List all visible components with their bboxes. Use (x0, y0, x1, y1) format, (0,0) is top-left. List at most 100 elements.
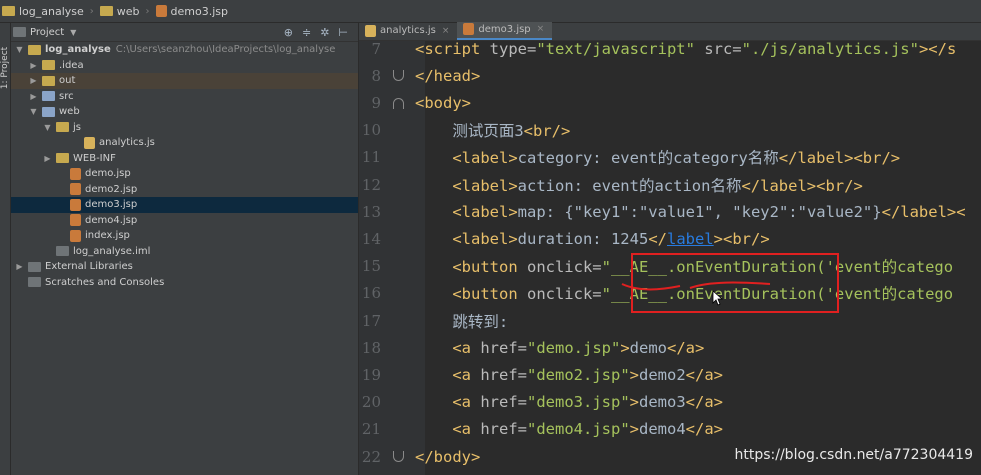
code-token: <script (415, 39, 490, 58)
code-text: <a href="demo3.jsp">demo3</a> (415, 393, 723, 411)
code-line: 7 <script type="text/javascript" src="./j… (359, 35, 981, 62)
fold-marker-icon[interactable] (391, 450, 405, 464)
code-token: map: {"key1":"value1", "key2":"value2"} (517, 202, 882, 221)
chevron-down-icon[interactable]: ▼ (43, 123, 52, 132)
chevron-right-icon[interactable]: ▶ (43, 154, 52, 163)
breadcrumb-item[interactable]: log_analyse › (0, 5, 98, 18)
tree-item[interactable]: ▶ src (11, 89, 358, 105)
fold-marker-icon[interactable] (391, 96, 405, 110)
line-number: 10 (361, 121, 381, 140)
folder-icon (42, 106, 55, 117)
jsp-file-icon (70, 214, 81, 227)
line-number: 11 (361, 148, 381, 167)
chevron-down-icon[interactable]: ▼ (15, 45, 24, 54)
project-icon (13, 27, 26, 37)
code-line: 8 </head> (359, 62, 981, 89)
panel-tool-icon[interactable]: ≑ (302, 26, 311, 39)
tree-item[interactable]: log_analyse.iml (11, 244, 358, 260)
chevron-down-icon[interactable]: ▼ (29, 107, 38, 116)
chevron-right-icon[interactable]: ▶ (29, 92, 38, 101)
code-token: </a> (685, 365, 723, 384)
jsp-file-icon (70, 167, 81, 180)
code-text: <a href="demo2.jsp">demo2</a> (415, 366, 723, 384)
tree-item[interactable]: ▼ log_analyse C:\Users\seanzhou\IdeaProjec… (11, 42, 358, 58)
code-token: <button (415, 258, 527, 277)
code-line: 9 <body> (359, 89, 981, 116)
breadcrumb-item[interactable]: demo3.jsp (154, 5, 232, 18)
jsp-file-icon (70, 183, 81, 196)
chevron-right-icon[interactable]: ▶ (15, 262, 24, 271)
code-token: ><br/> (713, 229, 770, 248)
chevron-right-icon[interactable]: ▶ (29, 61, 38, 70)
breadcrumb-item[interactable]: web › (98, 5, 154, 18)
chevron-right-icon[interactable]: ▶ (29, 76, 38, 85)
tree-item[interactable]: demo4.jsp (11, 213, 358, 229)
tree-item[interactable]: demo.jsp (11, 166, 358, 182)
tree-item-label: out (59, 75, 76, 87)
module-file-icon (56, 246, 69, 257)
code-line: 10 测试页面3<br/> (359, 117, 981, 144)
chevron-down-icon: ▼ (70, 27, 77, 37)
code-token: 测试页面3 (415, 122, 524, 141)
code-token: href= (480, 365, 527, 384)
tree-item[interactable]: ▼ web (11, 104, 358, 120)
code-token: <br/> (523, 122, 571, 141)
line-number: 16 (361, 284, 381, 303)
code-token: demo (629, 338, 667, 357)
folder-icon (42, 91, 55, 102)
fold-marker-icon[interactable] (391, 69, 405, 83)
tree-item[interactable]: ▼ js (11, 120, 358, 136)
panel-tool-icon[interactable]: ⊢ (338, 26, 348, 39)
line-number: 15 (361, 257, 381, 276)
tree-item[interactable]: ▶ out (11, 73, 358, 89)
tree-item[interactable]: ▶ WEB-INF (11, 151, 358, 167)
code-token: <a (415, 420, 481, 439)
mouse-cursor-icon (712, 290, 724, 306)
code-token: <label> (415, 229, 518, 248)
tree-item[interactable]: demo3.jsp (11, 197, 358, 213)
code-token: onclick= (526, 258, 602, 277)
tree-item[interactable]: Scratches and Consoles (11, 275, 358, 291)
jsp-file-icon (155, 5, 167, 17)
code-token: </body> (415, 447, 481, 466)
panel-tool-icon[interactable]: ✲ (320, 26, 329, 39)
code-token: <label> (415, 202, 518, 221)
code-token: src= (694, 39, 742, 58)
jsp-file-icon (70, 198, 81, 211)
project-view-selector[interactable]: Project ▼ (13, 27, 76, 38)
tree-item-label: web (59, 106, 80, 118)
tree-item[interactable]: ▶ External Libraries (11, 259, 358, 275)
tree-item[interactable]: analytics.js (11, 135, 358, 151)
tree-item[interactable]: ▶ .idea (11, 58, 358, 74)
code-text: <label>map: {"key1":"value1", "key2":"va… (415, 202, 965, 221)
line-number: 19 (361, 365, 381, 384)
code-token: "./js/analytics.js" (741, 39, 919, 58)
project-path: C:\Users\seanzhou\IdeaProjects\log_analy… (115, 44, 336, 56)
tree-item[interactable]: demo2.jsp (11, 182, 358, 198)
tree-item-label: log_analyse (45, 44, 111, 56)
code-text: <label>category: event的category名称</label… (415, 146, 900, 168)
line-number: 9 (371, 93, 381, 112)
project-tool-window-button[interactable]: 1: Project (0, 47, 10, 89)
folder-icon (42, 75, 55, 86)
tree-item-label: demo3.jsp (85, 199, 138, 211)
code-text: <body> (415, 94, 471, 112)
js-file-icon (84, 136, 95, 149)
tree-item[interactable]: index.jsp (11, 228, 358, 244)
close-icon[interactable]: × (442, 26, 450, 36)
line-number: 17 (361, 311, 381, 330)
panel-tool-icon[interactable]: ⊕ (284, 26, 293, 39)
tree-item-label: src (59, 90, 74, 102)
tool-window-stripe: 1: Project (0, 23, 11, 475)
close-icon[interactable]: × (537, 24, 545, 34)
code-token: </head> (415, 66, 481, 85)
tree-item-label: .idea (59, 59, 84, 71)
